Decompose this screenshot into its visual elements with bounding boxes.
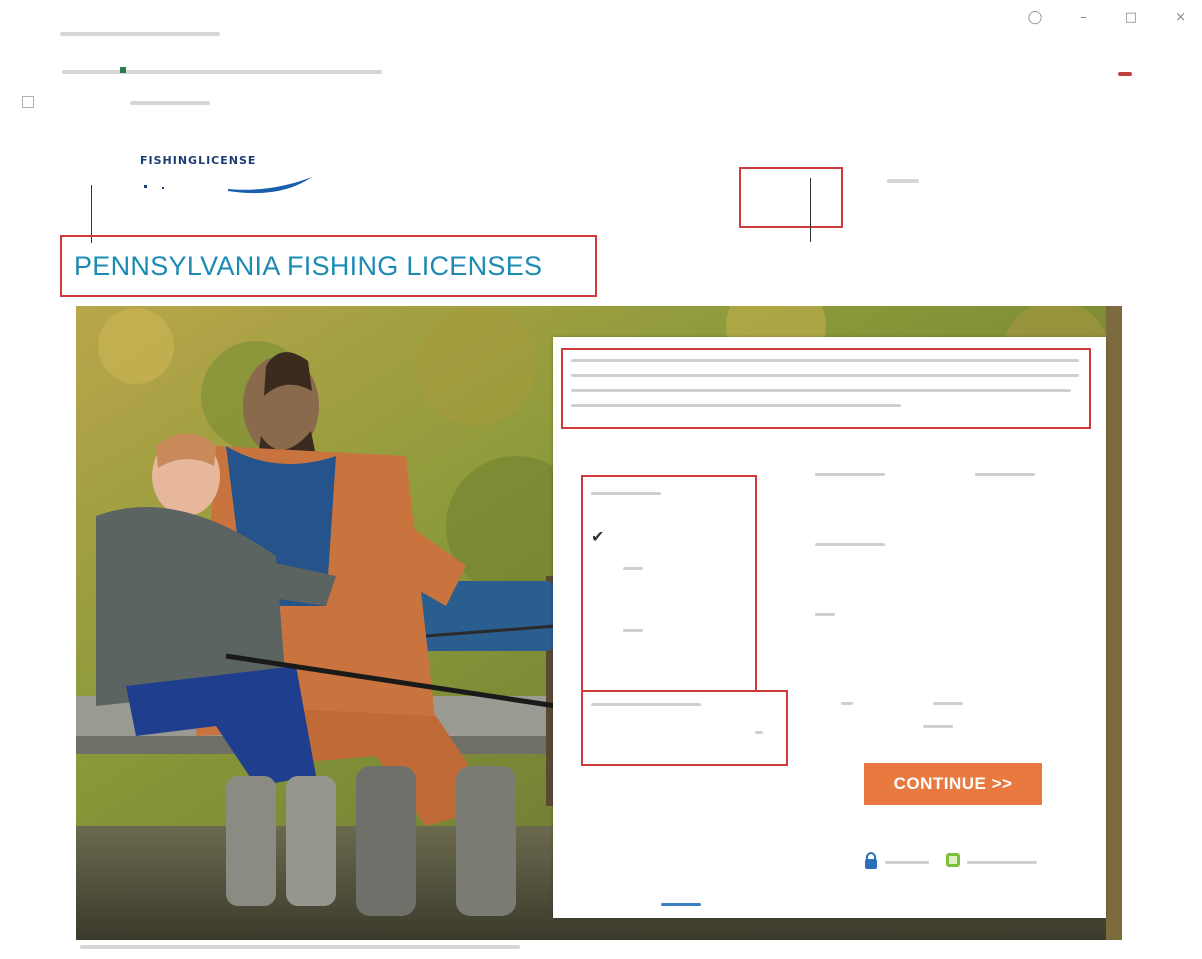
intro-text [571,359,1079,362]
address-bar[interactable] [62,70,382,74]
chevron-down-icon[interactable] [755,731,763,734]
intro-text [571,389,1071,392]
logo-text: FISHINGLICENSE [140,154,257,167]
site-logo[interactable]: FISHINGLICENSE [140,154,320,198]
secure-badge-icon [946,853,960,867]
select-field[interactable] [591,703,701,706]
window-controls: ◯ – □ × [1028,10,1186,25]
option-label[interactable] [923,725,953,728]
annotation-box-header [739,167,843,228]
license-form-panel: ✔ CONTINUE >> [553,337,1106,918]
tab-strip[interactable] [60,32,220,36]
option-label[interactable] [815,613,835,616]
crosshair-right [810,178,811,242]
continue-button[interactable]: CONTINUE >> [864,763,1042,805]
option-label[interactable] [623,567,643,570]
option-label[interactable] [591,492,661,495]
option-label[interactable] [815,473,885,476]
check-icon[interactable]: ✔ [591,527,604,546]
page-title: PENNSYLVANIA FISHING LICENSES [60,235,597,297]
site-secure-icon [120,67,126,73]
intro-text [571,374,1079,377]
apps-icon[interactable] [22,96,34,108]
annotation-box-select [581,690,788,766]
footer-text [80,945,520,949]
page: ◯ – □ × FISHINGLICENSE PENNSYLVANIA FISH… [0,0,1202,959]
bookmarks-bar[interactable] [130,101,210,105]
option-label[interactable] [841,702,853,705]
option-label[interactable] [933,702,963,705]
header-link[interactable] [887,179,919,183]
account-icon[interactable]: ◯ [1028,10,1043,25]
maximize-icon[interactable]: □ [1125,10,1137,25]
minimize-icon[interactable]: – [1080,10,1087,25]
intro-text [571,404,901,407]
panel-footer-link[interactable] [661,903,701,906]
close-icon[interactable]: × [1175,10,1186,25]
option-label[interactable] [975,473,1035,476]
option-label[interactable] [815,543,885,546]
security-text [885,861,929,864]
option-label[interactable] [623,629,643,632]
lock-icon [865,852,877,869]
security-text [967,861,1037,864]
wave-icon [144,177,312,194]
extension-icon[interactable] [1118,72,1132,76]
annotation-box-options [581,475,757,692]
